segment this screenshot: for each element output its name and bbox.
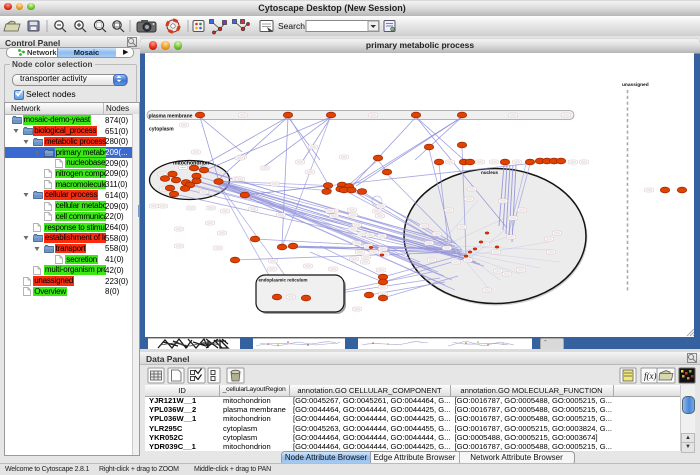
svg-text:cytoplasm: cytoplasm xyxy=(149,127,174,133)
svg-text:Search:: Search: xyxy=(278,21,307,31)
svg-text:f(x): f(x) xyxy=(644,371,657,381)
svg-text:endoplasmic reticulum: endoplasmic reticulum xyxy=(259,278,308,283)
svg-text:nucleus: nucleus xyxy=(481,170,499,175)
svg-text:unassigned: unassigned xyxy=(622,82,649,88)
svg-text:plasma membrane: plasma membrane xyxy=(149,114,193,120)
